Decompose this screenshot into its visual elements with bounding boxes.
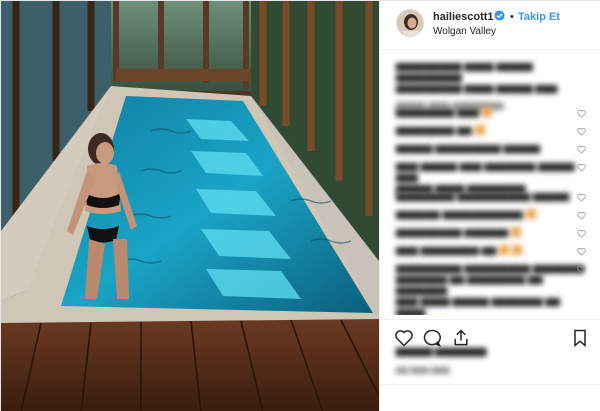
list-item: ▆▆▆▆▆▆▆▆ ▆▆▆▆▆▆▆▆▆▆ ▆▆▆▆▆ [396, 191, 586, 202]
heart-icon[interactable] [394, 328, 414, 348]
comment-bubble-icon[interactable] [422, 328, 442, 348]
comment-like-icon[interactable] [577, 247, 586, 256]
pool-photo-illustration [1, 1, 379, 411]
avatar[interactable] [396, 9, 424, 37]
comments-list: ▆▆▆▆▆▆▆▆▆ ▆▆▆▆ ▆▆▆▆▆ ▆▆▆▆▆▆▆▆▆ ▆▆▆▆▆▆▆▆▆ … [380, 55, 600, 315]
instagram-post-modal: hailiescott1 • Takip Et Wolgan Valley ▆▆… [0, 0, 600, 411]
post-photo[interactable] [1, 1, 379, 411]
caption-comment: ▆▆▆▆▆▆▆▆▆ ▆▆▆▆ ▆▆▆▆▆ ▆▆▆▆▆▆▆▆▆ ▆▆▆▆▆▆▆▆▆ … [396, 61, 558, 111]
comment-like-icon[interactable] [577, 109, 586, 118]
comment-like-icon[interactable] [577, 193, 586, 202]
list-item: ▆▆▆▆▆▆▆▆ ▆▆▆ [396, 107, 586, 118]
comment-like-icon[interactable] [577, 211, 586, 220]
comment-like-icon[interactable] [577, 127, 586, 136]
comment-like-icon[interactable] [577, 163, 586, 172]
verified-badge-icon [494, 10, 505, 21]
list-item: ▆▆▆ ▆▆▆▆▆▆▆▆ ▆▆ [396, 245, 586, 256]
list-item: ▆▆▆▆▆ ▆▆▆▆▆▆▆▆▆ ▆▆▆▆▆ [396, 143, 586, 154]
avatar-image [397, 10, 423, 36]
list-item: ▆▆▆▆▆▆ ▆▆▆▆▆▆▆▆▆▆▆ [396, 209, 586, 220]
bookmark-icon[interactable] [570, 328, 590, 348]
separator-dot: • [510, 11, 514, 23]
username-link[interactable]: hailiescott1 [433, 11, 494, 23]
list-item: ▆▆▆ ▆▆▆▆▆ ▆▆▆ ▆▆▆▆▆▆▆ ▆▆▆▆▆ ▆▆▆ ▆▆▆▆▆ ▆▆▆… [396, 161, 586, 194]
comment-like-icon[interactable] [577, 145, 586, 154]
post-timestamp: ▆▆ ▆▆▆ ▆▆▆ [396, 365, 450, 374]
post-header: hailiescott1 • Takip Et Wolgan Valley [380, 1, 600, 50]
comment-like-icon[interactable] [577, 229, 586, 238]
likes-count[interactable]: ▆▆▆▆▆ ▆▆▆▆▆▆▆ [396, 346, 486, 357]
list-item: ▆▆▆▆▆▆▆▆▆ ▆▆▆▆▆▆ [396, 227, 586, 238]
post-side-panel: hailiescott1 • Takip Et Wolgan Valley ▆▆… [379, 1, 600, 411]
add-comment-area[interactable] [380, 384, 600, 411]
comment-like-icon[interactable] [577, 265, 586, 274]
location-link[interactable]: Wolgan Valley [433, 26, 496, 37]
follow-button[interactable]: Takip Et [518, 11, 560, 23]
list-item: ▆▆▆▆▆▆▆▆ ▆▆ [396, 125, 586, 136]
share-icon[interactable] [451, 328, 471, 348]
list-item: ▆▆▆▆▆▆▆▆▆ ▆▆▆▆▆▆▆▆▆ ▆▆▆▆▆▆▆ ▆▆▆▆▆▆▆ ▆▆ ▆▆… [396, 263, 586, 315]
